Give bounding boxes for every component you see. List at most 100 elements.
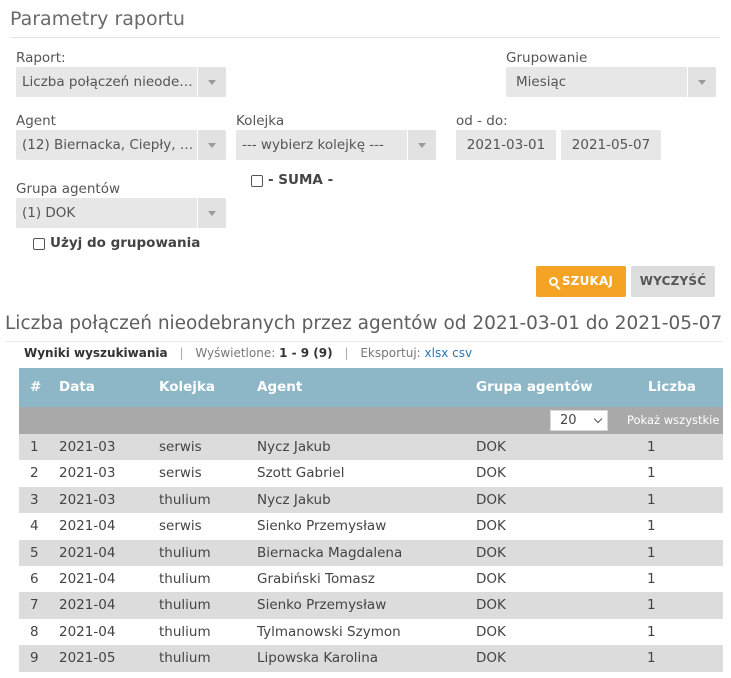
row-count: 1 [647,570,656,587]
table-row[interactable]: 2 2021-03 serwis Szott Gabriel DOK 1 [19,460,723,487]
row-number: 2 [30,465,39,482]
table-row[interactable]: 8 2021-04 thulium Tylmanowski Szymon DOK 1 [19,618,723,646]
uzyj-grupowania-label: Użyj do grupowania [50,235,201,251]
row-agent: Grabiński Tomasz [257,570,375,587]
row-date: 2021-04 [59,544,116,561]
chevron-down-icon [197,198,226,228]
table-row[interactable]: 7 2021-04 thulium Sienko Przemysław DOK 1 [19,592,723,619]
row-number: 9 [30,650,39,667]
row-date: 2021-04 [59,597,116,614]
table-row[interactable]: 4 2021-04 serwis Sienko Przemysław DOK 1 [19,513,723,540]
export-label: Eksportuj: [360,346,421,360]
column-header-number[interactable]: # [30,379,41,395]
row-count: 1 [647,518,656,535]
clear-button[interactable]: WYCZYŚĆ [631,266,715,297]
row-queue: thulium [159,650,211,667]
row-queue: thulium [159,623,211,640]
row-number: 5 [30,544,39,561]
row-count: 1 [647,597,656,614]
row-count: 1 [647,623,656,640]
results-table: # Data Kolejka Agent Grupa agentów Liczb… [19,368,723,672]
suma-label: - SUMA - [268,172,334,188]
search-button-label: SZUKAJ [561,274,614,288]
chevron-down-icon [687,67,716,97]
table-row[interactable]: 5 2021-04 thulium Biernacka Magdalena DOK 1 [19,539,723,566]
row-agent-group: DOK [476,570,506,587]
row-count: 1 [647,439,656,455]
row-date: 2021-03 [59,491,116,508]
panel-title: Parametry raportu [10,8,185,30]
shown-count: 1 - 9 (9) [279,346,333,360]
date-from-input[interactable]: 2021-03-01 [456,130,556,160]
page-size-select[interactable]: 20 [550,410,608,431]
date-to-input[interactable]: 2021-05-07 [561,130,661,160]
row-count: 1 [647,650,656,667]
results-toolbar: Wyniki wyszukiwania | Wyświetlone: 1 - 9… [24,346,472,360]
table-row[interactable]: 1 2021-03 serwis Nycz Jakub DOK 1 [19,434,723,461]
row-date: 2021-04 [59,570,116,587]
row-number: 7 [30,597,39,614]
row-agent: Nycz Jakub [257,439,331,455]
shown-label: Wyświetlone: [195,346,276,360]
grupowanie-label: Grupowanie [506,50,588,66]
row-queue: thulium [159,597,211,614]
row-date: 2021-03 [59,439,116,455]
raport-label: Raport: [16,50,66,66]
export-csv-link[interactable]: csv [452,346,472,360]
export-xlsx-link[interactable]: xlsx [425,346,449,360]
row-agent: Sienko Przemysław [257,597,387,614]
row-count: 1 [647,544,656,561]
separator: | [344,346,349,360]
column-header-data[interactable]: Data [59,379,95,395]
agent-select[interactable]: (12) Biernacka, Ciepły, Grabiński [16,130,226,160]
row-agent-group: DOK [476,491,506,508]
row-date: 2021-05 [59,650,116,667]
date-range-label: od - do: [456,113,508,129]
separator: | [179,346,184,360]
row-date: 2021-04 [59,518,116,535]
row-number: 3 [30,491,39,508]
row-queue: thulium [159,570,211,587]
grupowanie-select-value: Miesiąc [516,74,567,90]
kolejka-select-value: --- wybierz kolejkę --- [242,137,384,153]
row-count: 1 [647,491,656,508]
column-header-liczba[interactable]: Liczba [648,379,696,395]
table-body: 1 2021-03 serwis Nycz Jakub DOK 1 2 2021-03 serw… [19,434,723,672]
row-count: 1 [647,465,656,482]
grupa-agentow-select[interactable]: (1) DOK [16,198,226,228]
column-header-grupa-agentow[interactable]: Grupa agentów [476,379,593,395]
search-button[interactable]: SZUKAJ [536,266,626,297]
chevron-down-icon [197,67,226,97]
row-queue: thulium [159,491,211,508]
row-agent: Szott Gabriel [257,465,345,482]
table-row[interactable]: 9 2021-05 thulium Lipowska Karolina DOK 1 [19,645,723,672]
row-agent-group: DOK [476,465,506,482]
row-queue: serwis [159,465,202,482]
row-agent-group: DOK [476,518,506,535]
table-row[interactable]: 3 2021-03 thulium Nycz Jakub DOK 1 [19,486,723,514]
row-number: 8 [30,623,39,640]
row-date: 2021-04 [59,623,116,640]
row-agent: Nycz Jakub [257,491,331,508]
column-header-agent[interactable]: Agent [257,379,302,395]
raport-select[interactable]: Liczba połączeń nieodebranych [16,67,226,97]
row-agent-group: DOK [476,650,506,667]
raport-select-value: Liczba połączeń nieodebranych [22,74,194,90]
kolejka-select[interactable]: --- wybierz kolejkę --- [236,130,436,160]
chevron-down-icon [407,130,436,160]
row-agent-group: DOK [476,544,506,561]
row-queue: thulium [159,544,211,561]
row-number: 6 [30,570,39,587]
agent-select-value: (12) Biernacka, Ciepły, Grabiński [22,137,196,153]
row-agent-group: DOK [476,439,506,455]
agent-label: Agent [16,113,56,129]
table-row[interactable]: 6 2021-04 thulium Grabiński Tomasz DOK 1 [19,565,723,593]
kolejka-label: Kolejka [236,113,285,129]
row-agent-group: DOK [476,623,506,640]
uzyj-grupowania-checkbox[interactable] [33,238,45,250]
show-all-link[interactable]: Pokaż wszystkie [627,413,719,427]
grupowanie-select[interactable]: Miesiąc [506,67,716,97]
column-header-kolejka[interactable]: Kolejka [159,379,215,395]
row-number: 1 [30,439,39,455]
suma-checkbox[interactable] [251,175,263,187]
